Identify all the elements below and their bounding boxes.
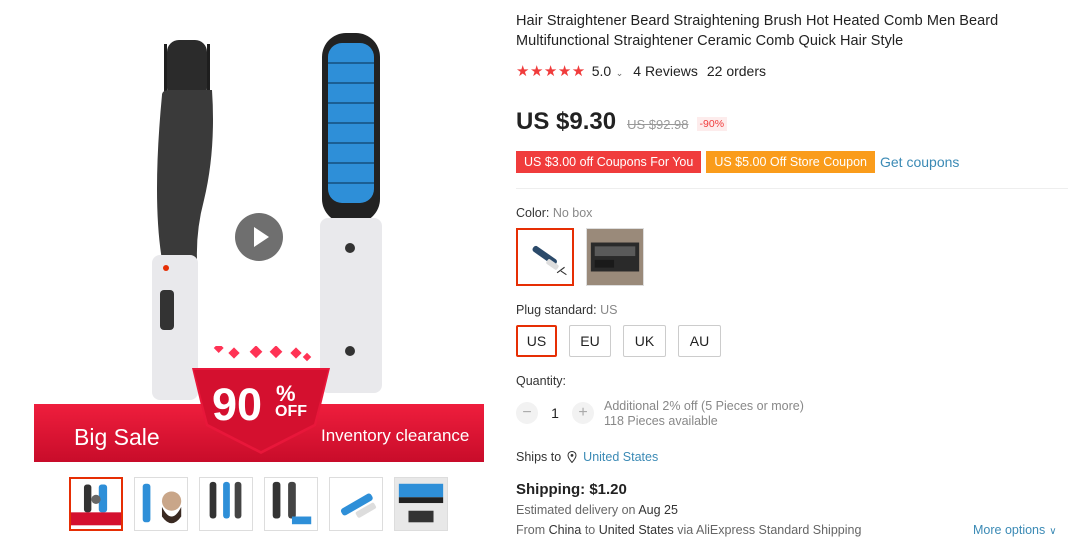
banner-inventory-clearance: Inventory clearance [321,426,470,445]
quantity-input[interactable]: 1 [538,405,572,421]
discount-badge: -90% [696,117,728,131]
coupon-for-you[interactable]: US $3.00 off Coupons For You [516,151,702,173]
rating-row: ★★★★★ 5.0 ⌄ 4 Reviews 22 orders [516,62,766,80]
store-coupon[interactable]: US $5.00 Off Store Coupon [706,151,875,173]
ships-to-row: Ships to United States [516,450,658,464]
banner-percent: 90 [212,379,263,430]
coupons-row: US $3.00 off Coupons For You US $5.00 Of… [516,151,959,173]
more-options-link[interactable]: More options ∨ [973,523,1057,537]
thumbnail-3[interactable] [199,477,253,531]
plug-eu[interactable]: EU [569,325,611,357]
original-price: US $92.98 [627,117,689,132]
plug-au[interactable]: AU [678,325,721,357]
ships-to-country-link[interactable]: United States [583,450,658,464]
orders-count: 22 orders [706,63,767,79]
color-value: No box [552,206,593,220]
chevron-down-icon: ⌄ [613,68,624,78]
quantity-stepper: − 1 + [516,402,594,424]
play-icon[interactable] [235,213,283,261]
current-price: US $9.30 [516,108,617,135]
banner-percent-sign: % [276,381,296,406]
thumbnail-1[interactable] [69,477,123,531]
quantity-increase-button[interactable]: + [572,402,594,424]
quantity-label: Quantity: [516,374,567,388]
reviews-link[interactable]: 4 Reviews [633,63,698,79]
estimated-delivery: Estimated delivery on Aug 25 [516,503,678,517]
quantity-decrease-button[interactable]: − [516,402,538,424]
product-main-image[interactable]: 90 % OFF Big Sale Inventory clearance [34,0,484,468]
price-row: US $9.30 US $92.98 -90% [516,108,728,136]
chevron-down-icon: ∨ [1049,526,1057,537]
thumbnail-5[interactable] [329,477,383,531]
location-pin-icon [567,451,577,463]
product-title: Hair Straightener Beard Straightening Br… [516,13,999,49]
star-rating-icon: ★★★★★ [516,63,586,80]
thumbnail-2[interactable] [134,477,188,531]
rating-score[interactable]: 5.0 ⌄ [592,63,624,79]
brush-image-blue [320,33,382,393]
quantity-note: Additional 2% off (5 Pieces or more) 118… [604,399,804,429]
divider [516,188,1068,189]
color-option-with-box[interactable] [586,228,644,286]
color-option-no-box[interactable] [516,228,574,286]
delivery-date: Aug 25 [638,503,678,517]
shipping-cost: Shipping: $1.20 [516,481,627,498]
plug-label: Plug standard: US [516,303,618,317]
additional-discount: Additional 2% off (5 Pieces or more) [604,399,804,413]
plug-value: US [600,303,618,317]
banner-off: OFF [275,403,307,420]
plug-uk[interactable]: UK [623,325,666,357]
shipping-route: From China to United States via AliExpre… [516,523,862,537]
thumbnail-4[interactable] [264,477,318,531]
color-label: Color: No box [516,206,593,220]
thumbnail-strip [69,477,448,531]
ships-to-label: Ships to [516,450,562,464]
pieces-available: 118 Pieces available [604,414,718,428]
thumbnail-6[interactable] [394,477,448,531]
plug-us[interactable]: US [516,325,557,357]
banner-big-sale: Big Sale [74,424,160,450]
get-coupons-link[interactable]: Get coupons [880,154,959,170]
